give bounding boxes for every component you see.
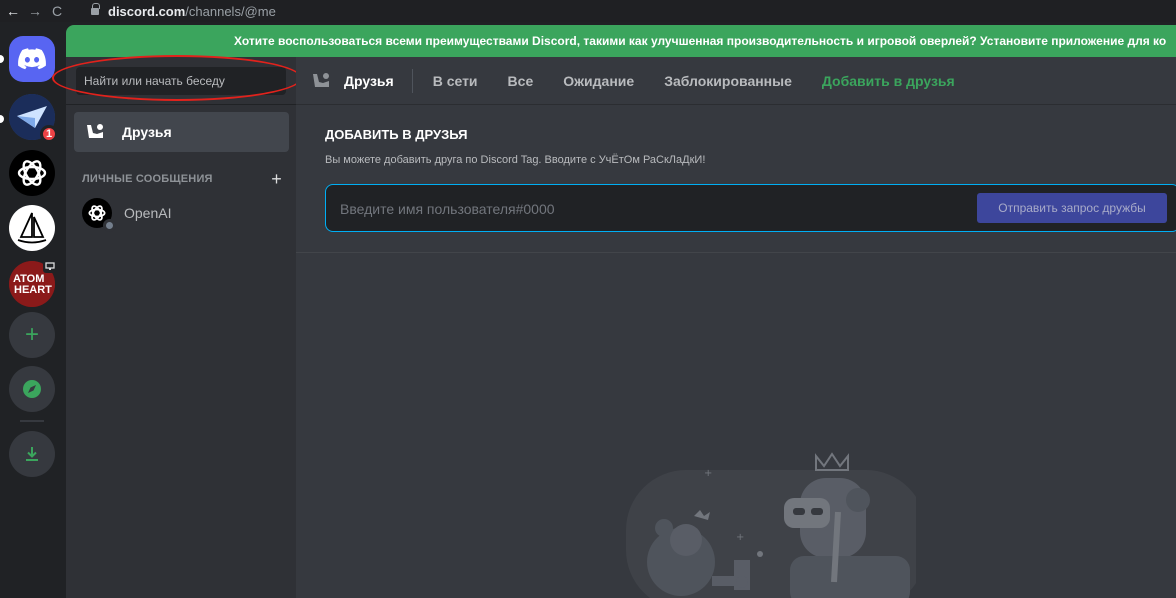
openai-logo-icon: [17, 160, 47, 186]
back-arrow-icon[interactable]: ←: [2, 3, 24, 19]
add-friend-input-box: Отправить запрос дружбы: [325, 184, 1176, 232]
explore-servers-button[interactable]: [9, 366, 55, 412]
reload-icon[interactable]: C: [46, 3, 68, 19]
svg-text:+: +: [704, 468, 712, 479]
create-dm-plus-icon[interactable]: +: [271, 169, 282, 190]
sailboat-icon: [17, 212, 47, 244]
server-separator: [20, 420, 44, 422]
friends-wave-icon: [87, 124, 103, 138]
dm-header-label: ЛИЧНЫЕ СООБЩЕНИЯ: [82, 173, 213, 185]
offline-status-icon: [103, 219, 116, 232]
compass-icon: [23, 380, 41, 398]
direct-messages-header: ЛИЧНЫЕ СООБЩЕНИЯ +: [82, 169, 282, 190]
tab-blocked[interactable]: Заблокированные: [664, 73, 792, 89]
toolbar-title: Друзья: [312, 72, 394, 89]
username-input[interactable]: [338, 197, 938, 221]
browser-toolbar: ← → C discord.com/channels/@me: [0, 0, 1176, 22]
avatar: [82, 198, 116, 232]
url-path: /channels/@me: [185, 3, 276, 19]
server-atomic-heart[interactable]: ATOM HEART: [9, 259, 57, 307]
lock-icon: [90, 3, 100, 16]
add-friend-description: Вы можете добавить друга по Discord Tag.…: [325, 154, 706, 166]
toolbar-title-label: Друзья: [344, 72, 394, 89]
tab-online[interactable]: В сети: [433, 73, 478, 89]
url-domain: discord.com: [108, 3, 186, 19]
server-icon-1[interactable]: 1: [9, 94, 58, 143]
add-friend-title: ДОБАВИТЬ В ДРУЗЬЯ: [325, 127, 468, 142]
forward-arrow-icon[interactable]: →: [24, 3, 46, 19]
wumpus-illustration: + +: [626, 452, 916, 598]
find-conversation-input[interactable]: [76, 67, 286, 95]
download-icon: [26, 447, 38, 461]
download-app-banner: Хотите воспользоваться всеми преимуществ…: [66, 25, 1176, 57]
sidebar-item-friends[interactable]: Друзья: [74, 112, 289, 152]
dm-name: OpenAI: [124, 205, 172, 221]
discord-logo-icon: [18, 48, 46, 70]
add-server-button[interactable]: +: [9, 312, 55, 358]
dm-sidebar: Друзья ЛИЧНЫЕ СООБЩЕНИЯ + OpenAI: [52, 55, 302, 598]
address-bar[interactable]: discord.com/channels/@me: [90, 3, 276, 19]
toolbar-divider: [411, 68, 413, 93]
svg-text:+: +: [736, 532, 744, 543]
tab-all[interactable]: Все: [508, 73, 534, 89]
add-friend-section: ДОБАВИТЬ В ДРУЗЬЯ Вы можете добавить дру…: [296, 105, 1176, 253]
discord-home-button[interactable]: [9, 36, 55, 82]
server-midjourney[interactable]: [9, 205, 55, 251]
send-friend-request-button[interactable]: Отправить запрос дружбы: [977, 193, 1167, 223]
svg-text:HEART: HEART: [14, 284, 52, 296]
search-container: [52, 55, 302, 105]
home-indicator: [0, 55, 4, 63]
tab-add-friend[interactable]: Добавить в друзья: [822, 73, 955, 89]
friends-label: Друзья: [122, 124, 172, 140]
download-apps-button[interactable]: [9, 431, 55, 477]
friends-main-panel: Друзья В сети Все Ожидание Заблокированн…: [296, 57, 1176, 598]
server-openai[interactable]: [9, 150, 55, 196]
unread-indicator: [0, 115, 4, 123]
friends-wave-icon: [313, 72, 329, 87]
plus-icon: +: [24, 321, 39, 348]
voice-monitor-icon: [43, 259, 57, 273]
notification-badge: 1: [40, 125, 58, 143]
banner-text: Хотите воспользоваться всеми преимуществ…: [234, 34, 1167, 48]
server-list: 1 ATOM HEART +: [0, 22, 66, 598]
dm-item-openai[interactable]: OpenAI: [74, 195, 289, 232]
tab-pending[interactable]: Ожидание: [563, 73, 634, 89]
friends-toolbar: Друзья В сети Все Ожидание Заблокированн…: [296, 57, 1176, 105]
